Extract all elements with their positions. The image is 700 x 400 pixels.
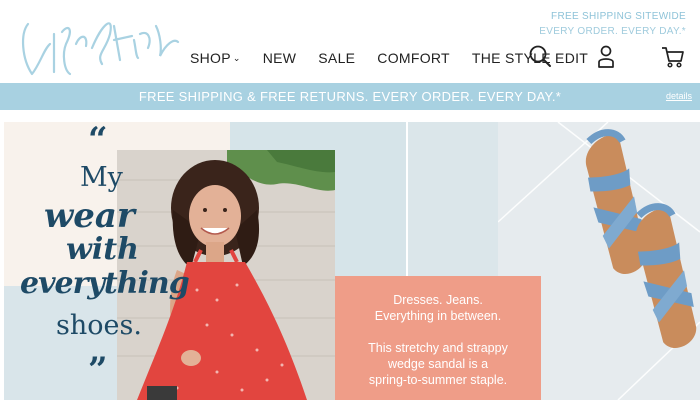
quote-line-wear: wear xyxy=(44,196,135,236)
hero-section[interactable]: “ My wear with everything shoes. ” Dress… xyxy=(0,110,700,400)
site-header: FREE SHIPPING SITEWIDE EVERY ORDER. EVER… xyxy=(0,0,700,82)
chevron-down-icon: ⌄ xyxy=(232,53,241,63)
nav-sale[interactable]: SALE xyxy=(318,50,355,70)
nav-shop-label: SHOP xyxy=(190,50,231,66)
cart-icon[interactable] xyxy=(660,44,686,70)
promo-line-2: EVERY ORDER. EVERY DAY.* xyxy=(539,26,686,37)
product-blurb: Dresses. Jeans. Everything in between. T… xyxy=(335,276,541,400)
account-icon[interactable] xyxy=(594,44,620,70)
free-shipping-promo: FREE SHIPPING SITEWIDE EVERY ORDER. EVER… xyxy=(539,9,686,39)
nav-shop[interactable]: SHOP ⌄ xyxy=(190,50,241,70)
blurb-line-2: Everything in between. xyxy=(374,309,502,323)
open-quote-mark: “ xyxy=(88,120,108,160)
search-icon[interactable] xyxy=(528,44,554,70)
quote-line-shoes: shoes. xyxy=(56,310,142,341)
blurb-line-3: This stretchy and strappy xyxy=(368,341,508,355)
banner-text: FREE SHIPPING & FREE RETURNS. EVERY ORDE… xyxy=(138,89,562,104)
logo-script-graphic xyxy=(22,22,180,76)
close-quote-mark: ” xyxy=(88,350,108,390)
shipping-banner: FREE SHIPPING & FREE RETURNS. EVERY ORDE… xyxy=(0,83,700,110)
quote-line-with: with xyxy=(66,232,139,267)
quote-line-everything: everything xyxy=(20,266,190,301)
blurb-line-4: wedge sandal is a xyxy=(387,357,489,371)
blurb-line-5: spring-to-summer staple. xyxy=(368,373,508,387)
quote-line-my: My xyxy=(80,162,123,193)
brand-logo[interactable] xyxy=(10,4,185,84)
promo-line-1: FREE SHIPPING SITEWIDE xyxy=(551,11,686,22)
nav-comfort[interactable]: COMFORT xyxy=(377,50,450,70)
nav-new[interactable]: NEW xyxy=(263,50,297,70)
blurb-line-1: Dresses. Jeans. xyxy=(393,293,483,307)
details-link[interactable]: details xyxy=(666,91,692,101)
